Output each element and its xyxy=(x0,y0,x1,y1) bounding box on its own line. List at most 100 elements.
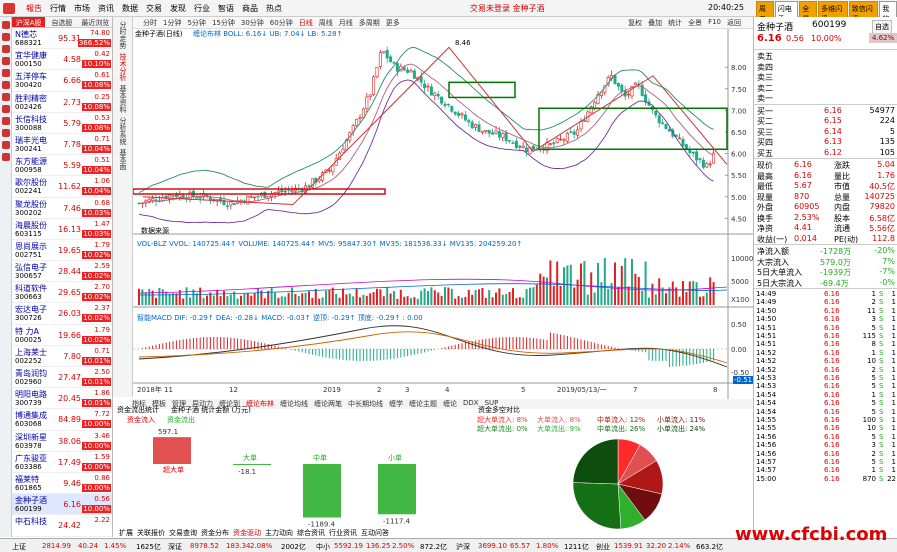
tool-button[interactable]: 返回 xyxy=(727,18,741,28)
indicator-tab[interactable]: 缠学 xyxy=(389,399,403,409)
tool-button[interactable]: 叠加 xyxy=(648,18,662,28)
kline-chart-area[interactable]: 8.00 7.50 7.00 6.50 6.00 5.50 5.00 4.50 10000 500… xyxy=(132,29,753,399)
stock-list-row[interactable]: 弘信电子 300657 28.44 2.59 10.02% xyxy=(12,261,112,283)
stock-list-row[interactable]: 宏达电子 300726 26.03 2.37 10.02% xyxy=(12,303,112,325)
side-tab[interactable]: 分析系统 xyxy=(118,117,128,145)
market-icon[interactable] xyxy=(2,45,10,53)
tab-shanghai-shenzhen-a[interactable]: 沪深A股 xyxy=(12,17,46,27)
stock-list-row[interactable]: 胜利精密 002426 2.73 0.25 10.08% xyxy=(12,92,112,113)
stock-list-row[interactable]: 青岛润钧 002960 27.47 2.50 10.01% xyxy=(12,367,112,389)
stock-list-row[interactable]: 长信科技 300088 5.79 0.53 10.08% xyxy=(12,113,112,134)
indicator-tab[interactable]: 缠论主题 xyxy=(409,399,437,409)
quote-icon[interactable] xyxy=(2,33,10,41)
stock-list-row[interactable]: N德芯 688321 95.31 74.80 366.52% xyxy=(12,28,112,50)
stock-code: 002252 xyxy=(15,356,42,365)
menu-item[interactable]: 市场 xyxy=(74,3,90,14)
bottom-tab[interactable]: 主力动向 xyxy=(265,528,293,538)
stock-list-row[interactable]: 瑞丰光电 300241 7.78 0.71 10.04% xyxy=(12,134,112,156)
bottom-tab[interactable]: 关联报价 xyxy=(137,528,165,538)
add-watchlist-button[interactable]: 自选 xyxy=(872,20,892,34)
period-button[interactable]: 15分钟 xyxy=(212,18,235,28)
volume-bar xyxy=(267,290,270,305)
menu-item[interactable]: 商品 xyxy=(242,3,258,14)
stock-list-row[interactable]: 明阳电路 300739 20.45 1.86 10.01% xyxy=(12,388,112,410)
menu-item[interactable]: 行业 xyxy=(194,3,210,14)
home-icon[interactable] xyxy=(2,21,10,29)
period-button[interactable]: 5分钟 xyxy=(187,18,205,28)
bottom-tab[interactable]: 互动问答 xyxy=(361,528,389,538)
kline-chart[interactable]: 8.00 7.50 7.00 6.50 6.00 5.50 5.00 4.50 10000 500… xyxy=(132,29,753,399)
volume-bar xyxy=(563,267,565,305)
data-icon[interactable] xyxy=(2,69,10,77)
stock-list-row[interactable]: 广东骏亚 603386 17.49 1.59 10.00% xyxy=(12,452,112,473)
star-icon[interactable] xyxy=(2,117,10,125)
login-status[interactable]: 交易未登录 金种子酒 xyxy=(470,3,545,14)
candle-body xyxy=(531,145,535,151)
volume-bar xyxy=(535,284,538,305)
bottom-tab[interactable]: 资金驱动 xyxy=(233,528,261,538)
list-icon[interactable] xyxy=(2,141,10,149)
indicator-tab[interactable]: 缠论均线 xyxy=(280,399,308,409)
stock-list-row[interactable]: 上海莱士 002252 7.80 0.71 10.01% xyxy=(12,346,112,367)
volume-bar xyxy=(297,296,300,305)
stock-list-row[interactable]: 海晨股份 603115 16.13 1.47 10.03% xyxy=(12,219,112,240)
period-button[interactable]: 更多 xyxy=(386,18,400,28)
trade-icon[interactable] xyxy=(2,81,10,89)
ticker-item: 1211亿 xyxy=(564,543,589,551)
period-button[interactable]: 月线 xyxy=(339,18,353,28)
stock-list-row[interactable]: 五洋停车 300420 6.66 0.61 10.08% xyxy=(12,70,112,92)
discover-icon[interactable] xyxy=(2,93,10,101)
side-tab[interactable]: 基本面 xyxy=(118,149,128,170)
indicator-tab[interactable]: DDX xyxy=(463,399,479,409)
bottom-tab[interactable]: 行业资讯 xyxy=(329,528,357,538)
tool-button[interactable]: F10 xyxy=(708,18,721,28)
stock-list-row[interactable]: 博通集成 603068 84.89 7.72 10.00% xyxy=(12,409,112,431)
bottom-tab[interactable]: 扩展 xyxy=(119,528,133,538)
stock-list-row[interactable]: 恩尚展示 002751 19.65 1.79 10.02% xyxy=(12,240,112,262)
bottom-tab[interactable]: 综合资讯 xyxy=(297,528,325,538)
stock-list-row[interactable]: 金种子酒 600199 6.16 0.56 10.00% xyxy=(12,494,112,516)
menu-item[interactable]: 热点 xyxy=(266,3,282,14)
period-button[interactable]: 多周期 xyxy=(359,18,380,28)
side-tab[interactable]: 分时走势 xyxy=(118,21,128,49)
bell-icon[interactable] xyxy=(2,129,10,137)
period-button[interactable]: 1分钟 xyxy=(163,18,181,28)
stock-list-row[interactable]: 中石科技 24.42 2.22 xyxy=(12,515,112,537)
stock-list-row[interactable]: 特 力A 000025 19.66 1.79 10.02% xyxy=(12,325,112,346)
indicator-tab[interactable]: 缠论两笔 xyxy=(314,399,342,409)
bottom-tab[interactable]: 交易查询 xyxy=(169,528,197,538)
period-button[interactable]: 分时 xyxy=(143,18,157,28)
period-button[interactable]: 周线 xyxy=(319,18,333,28)
menu-item[interactable]: 数据 xyxy=(122,3,138,14)
tab-watchlist[interactable]: 自选股 xyxy=(45,17,78,27)
bottom-tab[interactable]: 资金分布 xyxy=(201,528,229,538)
stock-list-row[interactable]: 歌尔股份 002241 11.62 1.06 10.04% xyxy=(12,176,112,198)
period-button[interactable]: 60分钟 xyxy=(270,18,293,28)
chart-icon[interactable] xyxy=(2,105,10,113)
menu-item[interactable]: 智语 xyxy=(218,3,234,14)
menu-item[interactable]: 報告 xyxy=(26,3,42,14)
stock-list-row[interactable]: 福莱特 601865 9.46 0.86 10.00% xyxy=(12,473,112,495)
tool-button[interactable]: 统计 xyxy=(668,18,682,28)
menu-item[interactable]: 发现 xyxy=(170,3,186,14)
stock-list-row[interactable]: 东方能源 000958 5.59 0.51 10.04% xyxy=(12,155,112,177)
menu-item[interactable]: 行情 xyxy=(50,3,66,14)
indicator-tab[interactable]: 中长期均线 xyxy=(348,399,383,409)
tool-button[interactable]: 复权 xyxy=(628,18,642,28)
stock-list-row[interactable]: 科道软件 300663 29.65 2.70 10.02% xyxy=(12,282,112,304)
side-tab[interactable]: 技术分析 xyxy=(118,53,128,81)
tick-time: 14:56 xyxy=(756,441,777,450)
menu-item[interactable]: 交易 xyxy=(146,3,162,14)
tool-button[interactable]: 全景 xyxy=(688,18,702,28)
stock-list-row[interactable]: 聚龙股份 300202 7.46 0.68 10.03% xyxy=(12,198,112,219)
indicator-tab[interactable]: 缠论 xyxy=(443,399,457,409)
period-button[interactable]: 日线 xyxy=(299,18,313,28)
stock-list-row[interactable]: 深圳新星 603978 38.06 3.46 10.00% xyxy=(12,431,112,452)
gear-icon[interactable] xyxy=(2,153,10,161)
period-button[interactable]: 30分钟 xyxy=(241,18,264,28)
menu-item[interactable]: 资讯 xyxy=(98,3,114,14)
news-icon[interactable] xyxy=(2,57,10,65)
tab-recent[interactable]: 最近浏览 xyxy=(79,17,112,27)
stock-list-row[interactable]: 宜华健康 000150 4.58 0.42 10.10% xyxy=(12,49,112,71)
side-tab[interactable]: 基本资料 xyxy=(118,85,128,113)
